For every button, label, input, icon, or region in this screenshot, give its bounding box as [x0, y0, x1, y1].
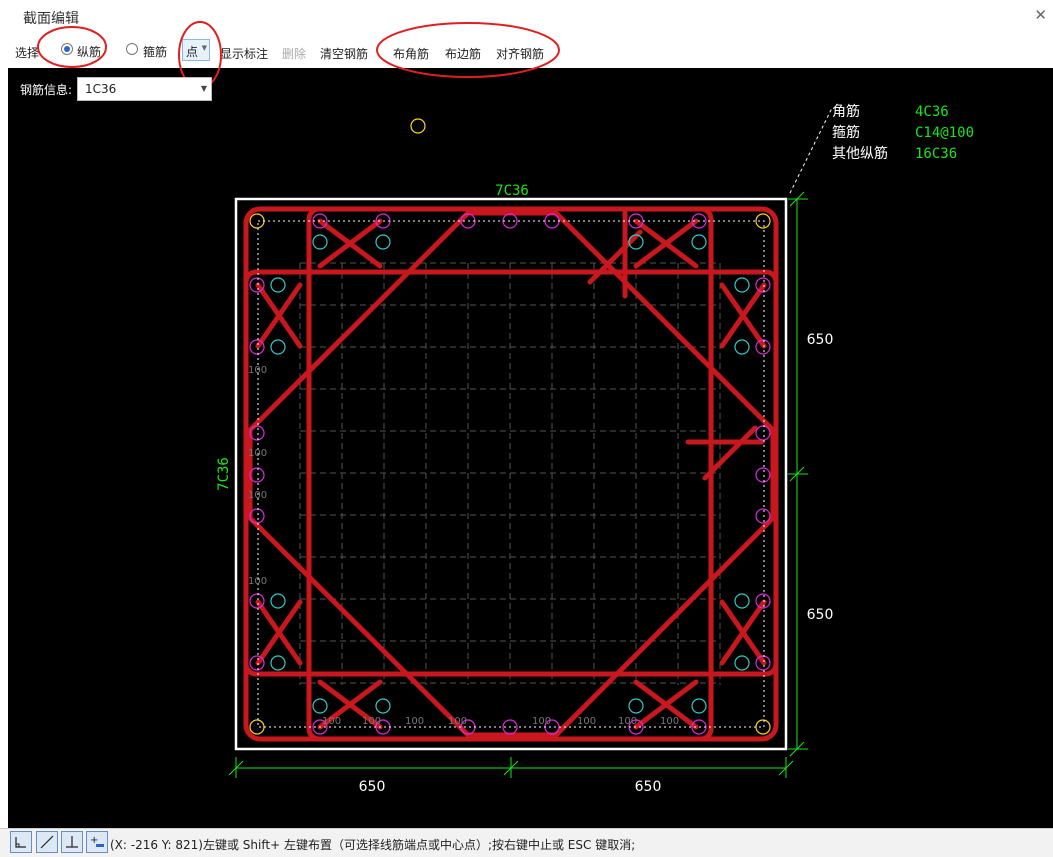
outer-stirrup: [243, 206, 779, 742]
legend-name: 角筋: [832, 103, 860, 120]
inner-bar: [270, 593, 286, 609]
spacing-label: 100: [362, 716, 381, 727]
cursor-point-icon: [410, 118, 426, 134]
status-message: (X: -216 Y: 821)左键或 Shift+ 左键布置（可选择线筋端点或…: [110, 838, 636, 852]
spacing-label: 100: [322, 716, 341, 727]
spacing-label: 100: [660, 716, 679, 727]
inner-bar: [375, 234, 391, 250]
edge-bar: [755, 508, 771, 524]
spacing-label: 100: [248, 490, 267, 501]
diamond-stirrup: [247, 210, 776, 738]
legend-name: 其他纵筋: [832, 145, 888, 162]
inner-bar: [270, 277, 286, 293]
edge-bar: [544, 213, 560, 229]
stirrups-group: [243, 206, 779, 742]
spacing-label: 100: [248, 365, 267, 376]
inner-bar: [734, 339, 750, 355]
add-point-icon[interactable]: +: [86, 831, 108, 853]
inner-bar: [691, 234, 707, 250]
corner-bar: [249, 213, 265, 229]
edge-bar: [755, 425, 771, 441]
spacing-label: 100: [248, 576, 267, 587]
edge-bar: [755, 467, 771, 483]
dimension-lines: [228, 191, 808, 778]
dim-right-top: 650: [807, 332, 834, 348]
inner-bar: [312, 234, 328, 250]
spacing-label: 100: [248, 448, 267, 459]
inner-bar: [734, 277, 750, 293]
inner-bar: [312, 698, 328, 714]
left-rebar-label: 7C36: [216, 457, 232, 491]
leader-line: [789, 107, 833, 194]
chevron-down-icon: ▼: [200, 84, 207, 93]
legend-value: 4C36: [915, 104, 949, 120]
highlight-circle: [37, 26, 107, 68]
perpendicular-tool-icon[interactable]: [61, 831, 83, 853]
line-tool-icon[interactable]: [36, 831, 58, 853]
inner-bar: [734, 593, 750, 609]
inner-bar: [628, 698, 644, 714]
corner-bar: [755, 719, 771, 735]
inner-bar: [375, 698, 391, 714]
inner-bar: [270, 655, 286, 671]
legend-name: 箍筋: [832, 124, 860, 141]
legend-value: 16C36: [915, 146, 957, 162]
legend-value: C14@100: [915, 125, 974, 141]
corner-tool-icon[interactable]: [10, 831, 32, 853]
inner-bar: [270, 339, 286, 355]
spacing-label: 100: [577, 716, 596, 727]
inner-bar: [691, 698, 707, 714]
rebar-info-label: 钢筋信息:: [20, 83, 73, 97]
rebar-info-value: 1C36: [85, 82, 117, 96]
highlight-circle: [376, 22, 560, 78]
section-drawing: 7C36 7C36 650 650 650 650 角筋 4C36 箍筋 C14…: [37, 21, 974, 795]
dim-bottom-left: 650: [359, 779, 386, 795]
inner-bar: [734, 655, 750, 671]
cover-line: [257, 220, 765, 728]
dim-right-bottom: 650: [807, 607, 834, 623]
grid-lines: [299, 262, 721, 685]
rebar-info-select[interactable]: 1C36 ▼: [77, 77, 212, 101]
dim-bottom-right: 650: [635, 779, 662, 795]
spacing-label: 100: [532, 716, 551, 727]
spacing-label: 100: [448, 716, 467, 727]
top-rebar-label: 7C36: [495, 183, 529, 199]
section-border: [234, 197, 788, 751]
corner-bar: [249, 719, 265, 735]
spacing-label: 100: [618, 716, 637, 727]
spacing-label: 100: [405, 716, 424, 727]
